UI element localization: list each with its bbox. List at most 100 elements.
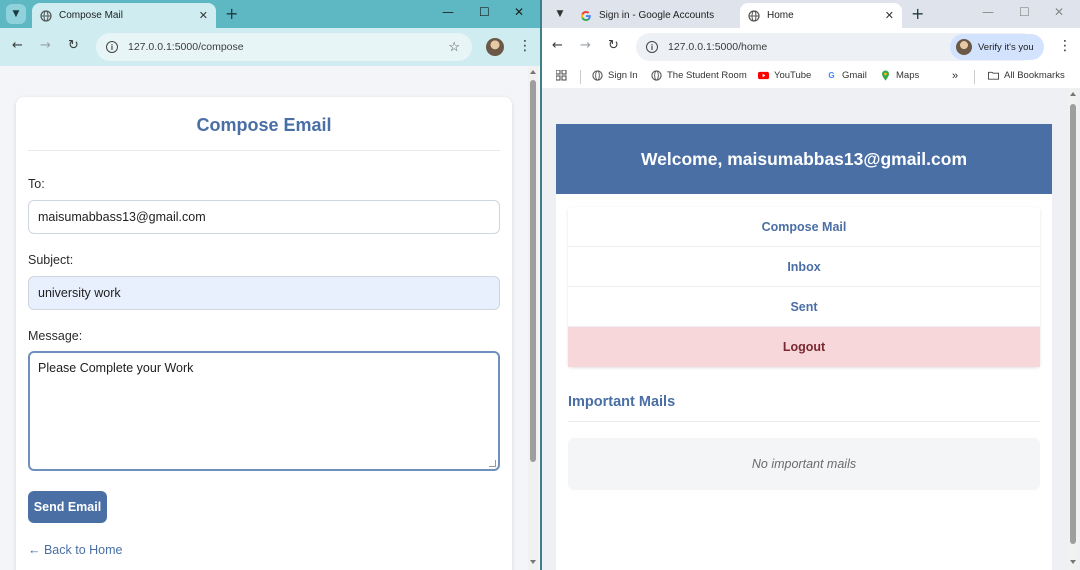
compose-card: Compose Email To: maisumabbass13@gmail.c… [16,97,512,570]
nav-menu: Compose Mail Inbox Sent Logout [568,207,1040,367]
tab-title: Sign in - Google Accounts [599,10,715,21]
globe-icon [40,9,52,22]
all-bookmarks-label: All Bookmarks [1004,70,1065,81]
all-bookmarks[interactable]: All Bookmarks [988,70,1065,81]
back-arrow-icon[interactable]: ← [552,38,563,54]
tab-strip: ▼ Compose Mail ✕ + — ☐ ✕ [0,0,540,28]
profile-avatar[interactable] [486,38,504,56]
bookmark-youtube[interactable]: YouTube [758,70,811,81]
tab-search-icon[interactable]: ▼ [550,4,570,24]
site-info-icon[interactable]: i [106,41,118,53]
address-bar[interactable]: i 127.0.0.1:5000/compose ☆ [96,33,472,61]
back-arrow-icon[interactable]: ← [12,38,23,54]
scrollbar-thumb[interactable] [1070,104,1076,544]
page-viewport: Compose Email To: maisumabbass13@gmail.c… [0,66,540,570]
tab-close-icon[interactable]: ✕ [885,9,894,22]
bookmark-maps[interactable]: Maps [880,70,919,81]
folder-icon [988,71,999,80]
close-window-icon[interactable]: ✕ [514,5,524,19]
bookmark-star-icon[interactable]: ☆ [448,39,460,55]
menu-inbox[interactable]: Inbox [568,247,1040,287]
message-value: Please Complete your Work [38,361,194,375]
globe-icon [748,9,760,22]
browser-window-home: ▼ Sign in - Google Accounts Home ✕ + — ☐… [542,0,1080,570]
apps-grid-icon[interactable] [556,70,567,81]
close-window-icon[interactable]: ✕ [1054,5,1064,19]
to-value: maisumabbass13@gmail.com [38,210,206,224]
new-tab-icon[interactable]: + [911,5,924,23]
menu-kebab-icon[interactable]: ⋮ [1058,37,1072,55]
verify-label: Verify it's you [978,41,1034,53]
bookmark-separator [580,70,581,84]
resize-handle-icon[interactable] [489,460,496,467]
reload-icon[interactable]: ↻ [68,38,79,54]
maximize-icon[interactable]: ☐ [1019,5,1030,19]
verify-profile-button[interactable]: Verify it's you [950,34,1044,60]
tab-home[interactable]: Home ✕ [740,3,902,28]
maximize-icon[interactable]: ☐ [479,5,490,19]
forward-arrow-icon[interactable]: → [40,38,51,54]
welcome-banner: Welcome, maisumabbas13@gmail.com [556,124,1052,194]
scrollbar[interactable] [528,66,538,570]
site-info-icon[interactable]: i [646,41,658,53]
bookmark-separator [974,70,975,84]
tab-compose-mail[interactable]: Compose Mail ✕ [32,3,216,28]
divider [568,421,1040,422]
bookmark-label: The Student Room [667,70,747,81]
subject-value: university work [38,286,121,300]
page-title: Compose Email [196,115,332,135]
address-text: 127.0.0.1:5000/home [668,41,768,53]
send-email-button[interactable]: Send Email [28,491,107,523]
new-tab-icon[interactable]: + [225,5,238,23]
message-field[interactable]: Please Complete your Work [28,351,500,471]
bookmark-gmail[interactable]: G Gmail [826,70,867,81]
scroll-up-icon[interactable] [530,70,536,74]
bookmark-label: Maps [896,70,920,81]
scroll-down-icon[interactable] [1070,560,1076,564]
menu-kebab-icon[interactable]: ⋮ [518,37,532,55]
minimize-icon[interactable]: — [982,5,994,19]
divider [28,150,500,151]
tab-sign-in[interactable]: Sign in - Google Accounts [572,3,738,28]
page-viewport: Welcome, maisumabbas13@gmail.com Compose… [542,88,1080,570]
subject-label: Subject: [28,253,74,267]
subject-field[interactable]: university work [28,276,500,310]
back-to-home-link[interactable]: ← Back to Home [28,543,122,557]
tab-strip: ▼ Sign in - Google Accounts Home ✕ + — ☐… [542,0,1080,28]
minimize-icon[interactable]: — [442,5,454,19]
maps-icon [882,70,889,81]
bookmarks-bar: Sign In The Student Room YouTube G Gmail… [542,66,1080,88]
address-text: 127.0.0.1:5000/compose [128,41,244,53]
tab-title: Compose Mail [59,10,123,21]
scroll-up-icon[interactable] [1070,92,1076,96]
forward-arrow-icon[interactable]: → [580,38,591,54]
tab-close-icon[interactable]: ✕ [199,9,208,22]
bookmark-label: YouTube [774,70,812,81]
home-card: Welcome, maisumabbas13@gmail.com Compose… [556,124,1052,570]
bookmark-label: Gmail [842,70,867,81]
tab-search-icon[interactable]: ▼ [6,4,26,24]
more-bookmarks-icon[interactable]: » [952,70,958,82]
message-label: Message: [28,329,83,343]
globe-icon [592,70,603,81]
globe-icon [651,70,662,81]
menu-sent[interactable]: Sent [568,287,1040,327]
scroll-down-icon[interactable] [530,560,536,564]
tab-title: Home [767,10,794,21]
scrollbar-thumb[interactable] [530,80,536,462]
menu-logout[interactable]: Logout [568,327,1040,367]
to-label: To: [28,177,45,191]
menu-compose-mail[interactable]: Compose Mail [568,207,1040,247]
browser-window-compose: ▼ Compose Mail ✕ + — ☐ ✕ ← → ↻ i 127.0.0… [0,0,540,570]
bookmark-student-room[interactable]: The Student Room [651,70,747,81]
reload-icon[interactable]: ↻ [608,38,619,54]
bookmark-label: Sign In [608,70,638,81]
scrollbar[interactable] [1068,88,1078,570]
browser-toolbar: ← → ↻ i 127.0.0.1:5000/compose ☆ ⋮ [0,28,540,66]
desktop: ▼ Compose Mail ✕ + — ☐ ✕ ← → ↻ i 127.0.0… [0,0,1080,570]
google-icon [581,10,591,21]
bookmark-sign-in[interactable]: Sign In [592,70,638,81]
important-mails-heading: Important Mails [568,394,676,410]
to-field[interactable]: maisumabbass13@gmail.com [28,200,500,234]
empty-state: No important mails [568,438,1040,490]
